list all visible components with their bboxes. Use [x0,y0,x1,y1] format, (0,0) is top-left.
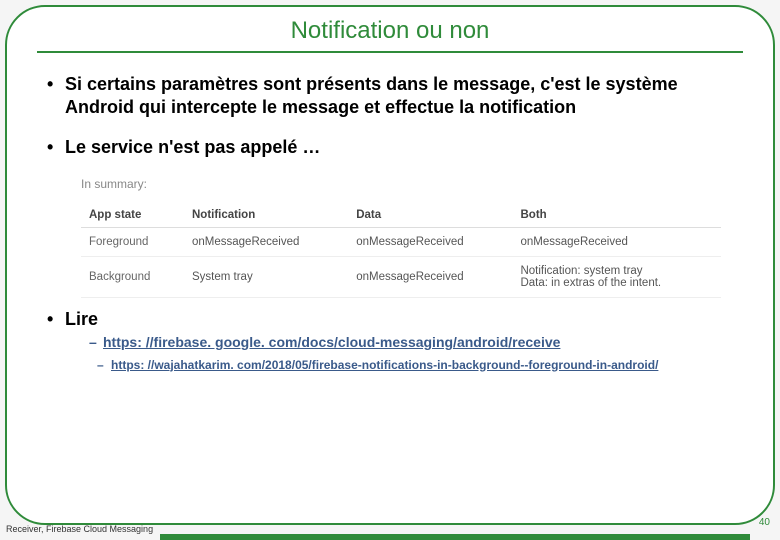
footer-label: Receiver, Firebase Cloud Messaging [6,524,153,534]
th-both: Both [512,203,721,228]
cell: System tray [184,256,348,297]
footer-bar [160,534,750,540]
th-notification: Notification [184,203,348,228]
table-row: Background System tray onMessageReceived… [81,256,721,297]
page-number: 40 [759,517,770,528]
cell: onMessageReceived [348,227,512,256]
summary-caption: In summary: [81,177,721,191]
bullet-1: Si certains paramètres sont présents dan… [37,73,743,118]
summary-table-block: In summary: App state Notification Data … [81,177,721,298]
bullet-3-text: Lire [65,309,98,329]
cell: Background [81,256,184,297]
summary-table: App state Notification Data Both Foregro… [81,203,721,298]
th-appstate: App state [81,203,184,228]
bullet-list-2: Lire https: //firebase. google. com/docs… [37,308,743,373]
cell: Notification: system tray Data: in extra… [512,256,721,297]
link-list: https: //firebase. google. com/docs/clou… [85,334,743,373]
cell: onMessageReceived [184,227,348,256]
link-1[interactable]: https: //firebase. google. com/docs/clou… [85,334,743,352]
title-wrap: Notification ou non [37,17,743,45]
cell: onMessageReceived [512,227,721,256]
footer: Receiver, Firebase Cloud Messaging 40 [0,520,780,540]
slide-title: Notification ou non [291,17,490,44]
bullet-list: Si certains paramètres sont présents dan… [37,73,743,159]
cell: Foreground [81,227,184,256]
link-2[interactable]: https: //wajahatkarim. com/2018/05/fireb… [85,358,743,373]
title-divider [37,51,743,53]
table-header-row: App state Notification Data Both [81,203,721,228]
bullet-2: Le service n'est pas appelé … [37,136,743,159]
bullet-3: Lire https: //firebase. google. com/docs… [37,308,743,373]
cell: onMessageReceived [348,256,512,297]
th-data: Data [348,203,512,228]
slide-frame: Notification ou non Si certains paramètr… [5,5,775,525]
table-row: Foreground onMessageReceived onMessageRe… [81,227,721,256]
